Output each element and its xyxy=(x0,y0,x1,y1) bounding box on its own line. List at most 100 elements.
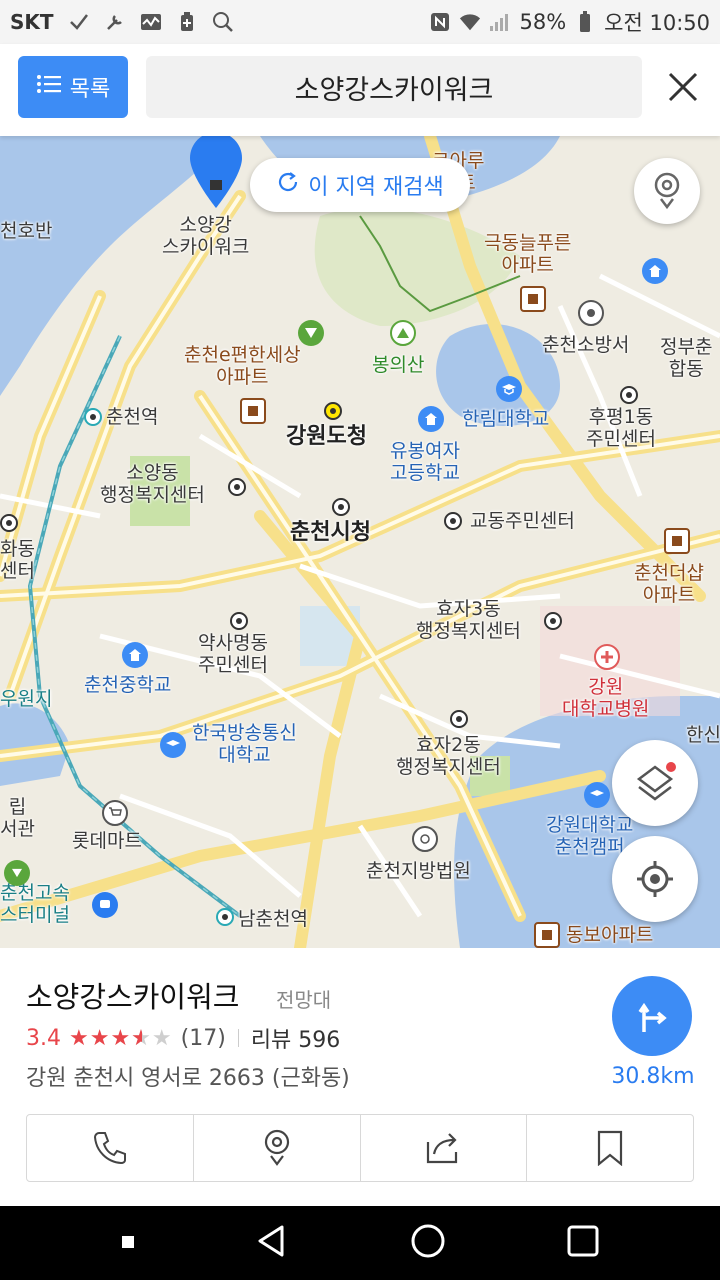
school-icon xyxy=(122,642,148,668)
map-label: 소양강 스카이워크 xyxy=(162,214,250,258)
carrier-label: SKT xyxy=(10,10,54,34)
battery-percent: 58% xyxy=(519,10,567,34)
refresh-icon xyxy=(276,170,300,200)
map-label: 유봉여자 고등학교 xyxy=(390,440,460,484)
map-label: 우원지 xyxy=(0,688,53,710)
crosshair-icon xyxy=(637,861,673,897)
review-count[interactable]: 리뷰 596 xyxy=(251,1022,340,1054)
map-label: 립 서관 xyxy=(0,796,35,840)
map-label: 춘천역 xyxy=(106,406,159,428)
map-label: 소양동 행정복지센터 xyxy=(100,462,205,506)
poi-marker[interactable] xyxy=(324,402,342,420)
street-view-action-button[interactable] xyxy=(194,1115,361,1181)
park-icon xyxy=(4,860,30,886)
fire-station-icon xyxy=(578,300,604,326)
map-label: 교동주민센터 xyxy=(470,510,575,532)
close-button[interactable] xyxy=(660,64,706,110)
place-address: 강원 춘천시 영서로 2663 (근화동) xyxy=(26,1066,350,1091)
call-button[interactable] xyxy=(27,1115,194,1181)
check-icon xyxy=(68,11,90,33)
school-icon xyxy=(642,258,668,284)
my-location-button[interactable] xyxy=(612,836,698,922)
layers-icon xyxy=(636,762,676,801)
wifi-icon xyxy=(459,11,481,33)
system-nav-bar xyxy=(0,1206,720,1280)
map-label: 춘천지방법원 xyxy=(366,860,471,882)
map-view[interactable]: 천호반 소양강 스카이워크 코아루 파트 극동늘푸른 아파트 춘천e편한세상 아… xyxy=(0,136,720,948)
research-area-button[interactable]: 이 지역 재검색 xyxy=(250,158,470,212)
apartment-icon xyxy=(240,398,266,424)
place-category: 전망대 xyxy=(276,988,332,1012)
search-query: 소양강스카이워크 xyxy=(294,74,494,106)
distance-label: 30.8km xyxy=(611,1064,695,1089)
battery-saver-icon xyxy=(176,11,198,33)
list-icon xyxy=(36,73,62,101)
search-header: 목록 소양강스카이워크 xyxy=(0,44,720,136)
apartment-icon xyxy=(664,528,690,554)
map-label: 한국방송통신 대학교 xyxy=(192,722,297,766)
map-label: 천호반 xyxy=(0,220,53,242)
battery-icon xyxy=(574,11,596,33)
apartment-icon xyxy=(534,922,560,948)
map-label: 동보아파트 xyxy=(566,924,654,946)
signal-icon xyxy=(489,11,511,33)
poi-marker[interactable] xyxy=(0,514,18,532)
court-icon xyxy=(412,826,438,852)
map-label: 강원 대학교병원 xyxy=(562,676,650,720)
clock: 오전 10:50 xyxy=(604,11,710,35)
list-button-label: 목록 xyxy=(69,77,111,102)
cart-icon xyxy=(102,800,128,826)
square-dot-icon[interactable] xyxy=(121,1234,135,1253)
map-label: 롯데마트 xyxy=(72,830,142,852)
map-label: 한림대학교 xyxy=(462,408,550,430)
poi-marker[interactable] xyxy=(228,478,246,496)
rating-value: 3.4 xyxy=(26,1025,61,1051)
school-icon xyxy=(496,376,522,402)
poi-marker[interactable] xyxy=(230,612,248,630)
station-marker[interactable] xyxy=(84,408,102,426)
map-label: 효자2동 행정복지센터 xyxy=(396,734,501,778)
location-pin-icon[interactable] xyxy=(186,136,246,210)
star-rating: ★★★★★★ xyxy=(69,1025,173,1051)
map-label: 춘천소방서 xyxy=(542,334,630,356)
map-label: 남춘천역 xyxy=(238,908,308,930)
apartment-icon xyxy=(520,286,546,312)
poi-marker[interactable] xyxy=(444,512,462,530)
directions-button[interactable] xyxy=(612,976,692,1056)
place-name[interactable]: 소양강스카이워크 xyxy=(26,974,239,1016)
back-icon[interactable] xyxy=(256,1224,288,1262)
school-icon xyxy=(160,732,186,758)
search-input[interactable]: 소양강스카이워크 xyxy=(146,56,642,118)
rating-row[interactable]: 3.4 ★★★★★★ (17) 리뷰 596 xyxy=(26,1022,340,1054)
save-button[interactable] xyxy=(527,1115,693,1181)
rating-count: (17) xyxy=(180,1025,226,1051)
directions-icon xyxy=(638,1002,667,1032)
poi-marker[interactable] xyxy=(450,710,468,728)
close-icon xyxy=(668,72,698,102)
map-label: 춘천중학교 xyxy=(84,674,172,696)
home-icon[interactable] xyxy=(410,1223,446,1263)
place-detail-sheet[interactable]: 소양강스카이워크 전망대 3.4 ★★★★★★ (17) 리뷰 596 강원 춘… xyxy=(0,948,720,1206)
layers-button[interactable] xyxy=(612,740,698,826)
map-label: 춘천e편한세상 아파트 xyxy=(184,344,301,388)
poi-marker[interactable] xyxy=(544,612,562,630)
school-icon xyxy=(418,406,444,432)
map-label: 극동늘푸른 아파트 xyxy=(484,232,572,276)
station-marker[interactable] xyxy=(216,908,234,926)
map-label: 봉의산 xyxy=(372,354,425,376)
poi-marker[interactable] xyxy=(332,498,350,516)
street-view-icon xyxy=(264,1129,289,1166)
street-view-button[interactable] xyxy=(634,158,700,224)
divider xyxy=(237,1029,239,1047)
share-button[interactable] xyxy=(361,1115,528,1181)
map-label: 춘천더샵 아파트 xyxy=(634,562,704,606)
share-icon xyxy=(427,1133,458,1164)
bus-icon xyxy=(92,892,118,918)
search-scan-icon xyxy=(212,11,234,33)
poi-marker[interactable] xyxy=(620,386,638,404)
map-label: 약사명동 주민센터 xyxy=(198,632,268,676)
map-label: 춘천시청 xyxy=(290,520,371,545)
nfc-icon xyxy=(429,11,451,33)
list-button[interactable]: 목록 xyxy=(18,56,128,118)
recents-icon[interactable] xyxy=(567,1225,599,1261)
